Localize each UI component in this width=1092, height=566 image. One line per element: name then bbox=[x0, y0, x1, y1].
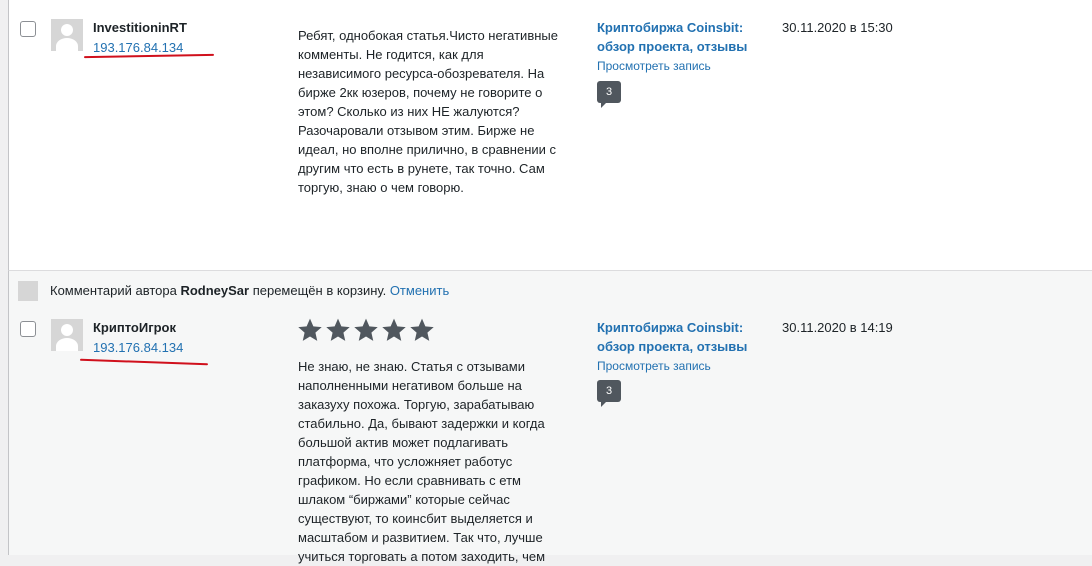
star-icon bbox=[298, 318, 322, 341]
comment-author-name[interactable]: InvestitioninRT bbox=[93, 20, 187, 35]
comment-author-ip[interactable]: 193.176.84.134 bbox=[93, 340, 183, 355]
view-post-link[interactable]: Просмотреть запись bbox=[597, 59, 711, 73]
star-icon bbox=[410, 318, 434, 341]
select-comment-checkbox[interactable] bbox=[20, 321, 36, 337]
in-response-to-post-link[interactable]: Криптобиржа Coinsbit: обзор проекта, отз… bbox=[597, 18, 767, 56]
in-response-to-post-link[interactable]: Криптобиржа Coinsbit: обзор проекта, отз… bbox=[597, 318, 767, 356]
notice-prefix: Комментарий автора bbox=[50, 283, 181, 298]
view-post-link[interactable]: Просмотреть запись bbox=[597, 359, 711, 373]
select-comment-checkbox[interactable] bbox=[20, 21, 36, 37]
comment-date[interactable]: 30.11.2020 в 15:30 bbox=[782, 20, 893, 35]
comment-text: Ребят, однобокая статья.Чисто негативные… bbox=[298, 28, 558, 195]
comment-count-bubble[interactable]: 3 bbox=[597, 380, 621, 407]
avatar bbox=[51, 319, 83, 351]
undo-link[interactable]: Отменить bbox=[390, 283, 449, 298]
trash-notice-text: Комментарий автора RodneySar перемещён в… bbox=[50, 283, 449, 298]
avatar bbox=[18, 281, 38, 301]
notice-author: RodneySar bbox=[180, 283, 250, 298]
star-icon bbox=[354, 318, 378, 341]
star-icon bbox=[382, 318, 406, 341]
avatar bbox=[51, 19, 83, 51]
comment-count-bubble[interactable]: 3 bbox=[597, 81, 621, 108]
comment-text: Не знаю, не знаю. Статья с отзывами напо… bbox=[298, 359, 546, 564]
star-rating bbox=[297, 317, 435, 343]
star-icon bbox=[326, 318, 350, 341]
comment-author-name[interactable]: КриптоИгрок bbox=[93, 320, 176, 335]
comment-date[interactable]: 30.11.2020 в 14:19 bbox=[782, 320, 893, 335]
notice-suffix: перемещён в корзину. bbox=[249, 283, 390, 298]
comment-author-ip[interactable]: 193.176.84.134 bbox=[93, 40, 183, 55]
